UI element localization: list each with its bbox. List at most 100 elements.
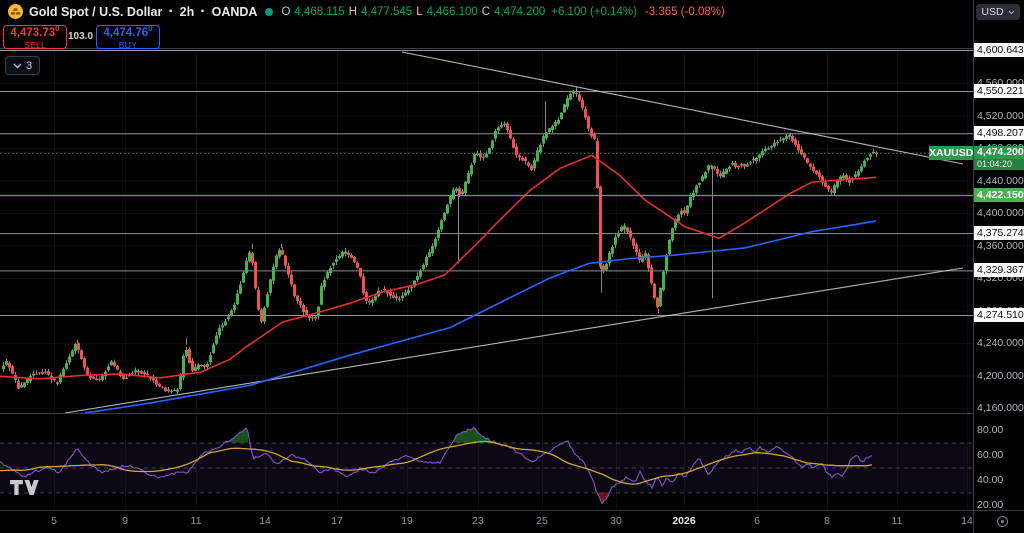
candle-body xyxy=(602,266,605,270)
candle-body xyxy=(200,365,203,366)
trendline[interactable] xyxy=(65,268,963,413)
candle-body xyxy=(383,289,386,290)
candle-body xyxy=(209,355,212,362)
candle-body xyxy=(605,264,608,270)
candle-body xyxy=(65,363,68,369)
market-status-icon[interactable] xyxy=(265,8,273,16)
candle-body xyxy=(491,140,494,148)
candle-body xyxy=(746,164,749,166)
buy-button[interactable]: 4,474.760 BUY xyxy=(96,25,160,49)
candle-body xyxy=(71,351,74,357)
candle-body xyxy=(737,166,740,167)
fast-ma-line[interactable] xyxy=(0,155,876,378)
candle-body xyxy=(857,171,860,175)
candle-body xyxy=(77,343,80,350)
candle-body xyxy=(233,305,236,310)
candle-body xyxy=(455,189,458,191)
candle-body xyxy=(494,131,497,139)
candle-body xyxy=(497,127,500,130)
price-axis[interactable]: USD 4,474.200 01:04:20 4,422.150 4,560.0… xyxy=(973,0,1024,533)
candle-body xyxy=(350,255,353,258)
drawings-count: 3 xyxy=(26,60,32,72)
candle-body xyxy=(155,380,158,384)
candle-body xyxy=(734,163,737,167)
candle-body xyxy=(2,365,5,369)
time-tick: 25 xyxy=(536,515,548,527)
low-value: 4,466.100 xyxy=(427,6,478,18)
candle-body xyxy=(587,116,590,128)
candle-body xyxy=(446,205,449,214)
close-label: C xyxy=(482,6,490,18)
candle-body xyxy=(173,390,176,391)
time-axis[interactable]: 59111417192325302026681114 xyxy=(0,511,973,533)
candle-body xyxy=(356,263,359,268)
axis-settings-icon[interactable] xyxy=(996,515,1009,533)
sell-button[interactable]: 4,473.730 SELL xyxy=(3,25,67,49)
candle-body xyxy=(11,366,14,373)
candle-body xyxy=(242,273,245,283)
candle-body xyxy=(353,257,356,262)
exchange-label: OANDA xyxy=(212,5,258,19)
candle-body xyxy=(320,286,323,305)
candle-body xyxy=(287,266,290,275)
symbol-title[interactable]: Gold Spot / U.S. Dollar xyxy=(29,5,162,19)
candle-body xyxy=(212,345,215,354)
candle-body xyxy=(503,124,506,125)
candle-body xyxy=(536,150,539,161)
candle-body xyxy=(755,158,758,161)
candle-body xyxy=(389,292,392,296)
candle-body xyxy=(623,226,626,230)
candle-body xyxy=(53,379,56,380)
candle-body xyxy=(704,172,707,178)
candle-body xyxy=(20,385,23,387)
candle-body xyxy=(653,284,656,298)
interval-selector[interactable]: 2h xyxy=(180,5,195,19)
candle-body xyxy=(134,370,137,372)
last-price-value: 4,474.200 xyxy=(974,146,1024,159)
candle-body xyxy=(359,268,362,276)
title-separator: · xyxy=(200,3,205,21)
candle-body xyxy=(524,158,527,161)
drawings-toggle[interactable]: 3 xyxy=(5,56,40,75)
level-price-label: 4,329.367 xyxy=(974,263,1024,277)
candle-body xyxy=(713,167,716,169)
candle-body xyxy=(332,263,335,266)
candle-body xyxy=(194,367,197,370)
candle-body xyxy=(422,265,425,269)
candle-body xyxy=(8,363,11,368)
candle-body xyxy=(221,325,224,327)
candle-body xyxy=(791,136,794,141)
candle-body xyxy=(5,361,8,365)
candle-body xyxy=(575,93,578,94)
candle-body xyxy=(326,272,329,278)
trendline[interactable] xyxy=(402,52,963,164)
candle-body xyxy=(83,358,86,367)
currency-selector[interactable]: USD xyxy=(976,4,1020,20)
candle-body xyxy=(131,373,134,374)
candle-body xyxy=(740,164,743,165)
candle-body xyxy=(407,290,410,293)
candle-body xyxy=(533,160,536,168)
candle-body xyxy=(293,284,296,296)
candle-body xyxy=(311,317,314,318)
candle-body xyxy=(521,158,524,161)
candle-body xyxy=(362,276,365,293)
candle-body xyxy=(17,381,20,389)
candle-body xyxy=(185,350,188,356)
candle-body xyxy=(599,187,602,267)
candle-body xyxy=(758,154,761,158)
price-tick: 4,360.000 xyxy=(977,240,1024,252)
main-chart[interactable] xyxy=(0,0,1024,533)
candle-body xyxy=(794,139,797,144)
candle-body xyxy=(416,276,419,280)
candle-body xyxy=(158,384,161,387)
candle-body xyxy=(257,290,260,310)
candle-body xyxy=(86,368,89,375)
candle-body xyxy=(797,144,800,151)
candle-body xyxy=(776,142,779,143)
candle-body xyxy=(830,191,833,193)
candle-body xyxy=(404,292,407,295)
candle-body xyxy=(305,310,308,315)
candle-body xyxy=(473,154,476,163)
candle-body xyxy=(632,238,635,245)
